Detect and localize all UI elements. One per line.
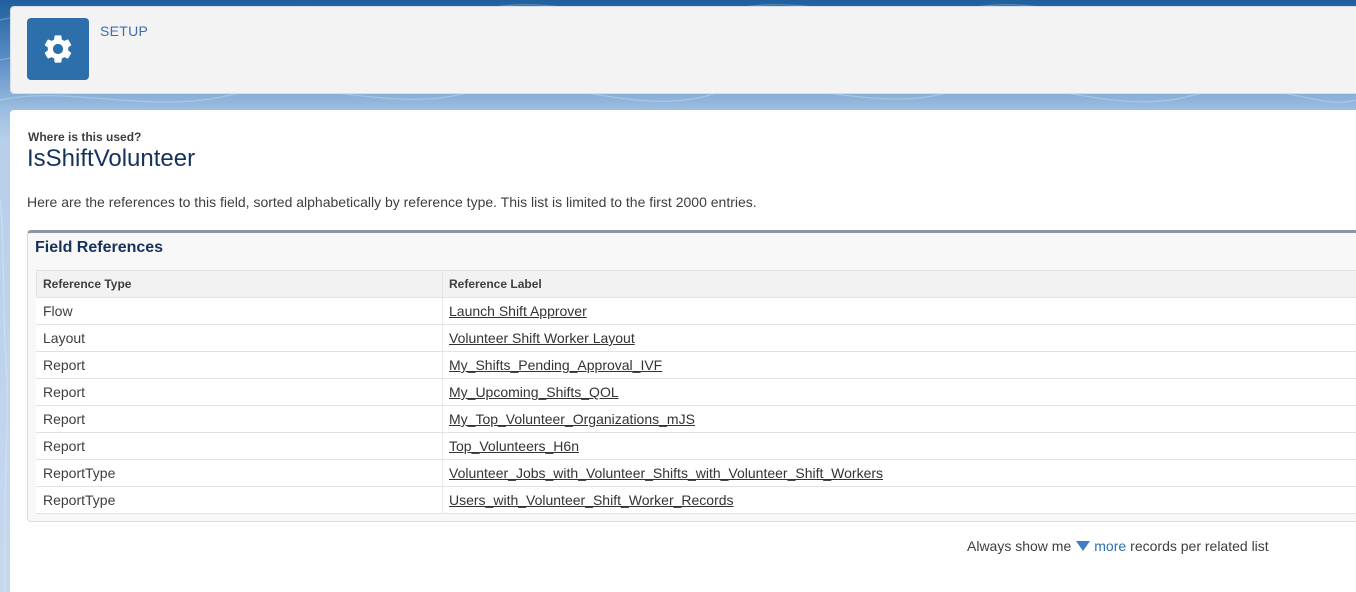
gear-icon[interactable] (27, 18, 89, 80)
reference-label-cell: Volunteer Shift Worker Layout (442, 324, 1356, 352)
footer-suffix-text: records per related list (1130, 538, 1269, 554)
reference-label-cell: Launch Shift Approver (442, 297, 1356, 325)
column-header-reference-label: Reference Label (442, 270, 1356, 298)
reference-label-cell: Top_Volunteers_H6n (442, 432, 1356, 460)
page-description: Here are the references to this field, s… (27, 194, 757, 210)
table-row: Report My_Top_Volunteer_Organizations_mJ… (36, 405, 1356, 433)
reference-label-link[interactable]: My_Shifts_Pending_Approval_IVF (449, 357, 662, 373)
reference-type-cell: Report (36, 432, 443, 460)
reference-type-cell: Report (36, 405, 443, 433)
table-row: Flow Launch Shift Approver (36, 297, 1356, 325)
setup-title[interactable]: SETUP (100, 23, 148, 39)
footer-prefix-text: Always show me (967, 538, 1072, 554)
table-row: Report My_Upcoming_Shifts_QOL (36, 378, 1356, 406)
setup-header: SETUP (10, 6, 1356, 94)
reference-type-cell: Layout (36, 324, 443, 352)
table-row: Layout Volunteer Shift Worker Layout (36, 324, 1356, 352)
reference-type-cell: ReportType (36, 459, 443, 487)
reference-label-link[interactable]: Volunteer Shift Worker Layout (449, 330, 635, 346)
reference-label-cell: Users_with_Volunteer_Shift_Worker_Record… (442, 486, 1356, 514)
table-row: ReportType Volunteer_Jobs_with_Volunteer… (36, 459, 1356, 487)
table-row: Report My_Shifts_Pending_Approval_IVF (36, 351, 1356, 379)
field-references-table: Reference Type Reference Label Flow Laun… (36, 270, 1356, 514)
table-row: Report Top_Volunteers_H6n (36, 432, 1356, 460)
more-records-link[interactable]: more (1094, 538, 1126, 554)
main-content: Where is this used? IsShiftVolunteer Her… (10, 110, 1356, 592)
reference-type-cell: ReportType (36, 486, 443, 514)
table-header-row: Reference Type Reference Label (36, 270, 1356, 298)
related-list-footer: Always show me more records per related … (967, 538, 1269, 554)
table-row: ReportType Users_with_Volunteer_Shift_Wo… (36, 486, 1356, 514)
reference-type-cell: Report (36, 378, 443, 406)
reference-label-cell: My_Top_Volunteer_Organizations_mJS (442, 405, 1356, 433)
reference-type-cell: Report (36, 351, 443, 379)
reference-label-cell: My_Shifts_Pending_Approval_IVF (442, 351, 1356, 379)
reference-label-cell: My_Upcoming_Shifts_QOL (442, 378, 1356, 406)
reference-label-link[interactable]: Users_with_Volunteer_Shift_Worker_Record… (449, 492, 734, 508)
triangle-down-icon[interactable] (1076, 541, 1091, 551)
reference-label-link[interactable]: Launch Shift Approver (449, 303, 587, 319)
reference-label-link[interactable]: My_Upcoming_Shifts_QOL (449, 384, 619, 400)
page-title: IsShiftVolunteer (27, 145, 196, 172)
reference-label-link[interactable]: Top_Volunteers_H6n (449, 438, 579, 454)
column-header-reference-type: Reference Type (36, 270, 443, 298)
field-references-section: Field References Reference Type Referenc… (27, 230, 1356, 522)
reference-label-link[interactable]: My_Top_Volunteer_Organizations_mJS (449, 411, 695, 427)
page-subtitle: Where is this used? (28, 130, 142, 144)
reference-type-cell: Flow (36, 297, 443, 325)
reference-label-cell: Volunteer_Jobs_with_Volunteer_Shifts_wit… (442, 459, 1356, 487)
reference-label-link[interactable]: Volunteer_Jobs_with_Volunteer_Shifts_wit… (449, 465, 883, 481)
field-references-title: Field References (35, 239, 164, 256)
